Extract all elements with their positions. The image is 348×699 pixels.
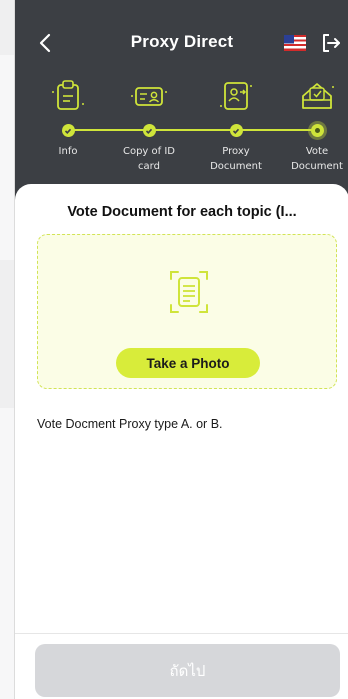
document-scan-icon [170, 271, 208, 313]
step-vote-document: Vote Document [282, 78, 348, 174]
logout-icon[interactable] [319, 31, 343, 55]
step-proxy-document: Proxy Document [201, 78, 271, 174]
content-sheet: Vote Document for each topic (I... Take … [15, 184, 348, 699]
vote-box-icon [302, 83, 334, 109]
step-id-card: Copy of ID card [114, 78, 184, 174]
step-current-indicator [310, 124, 324, 137]
step-info: Info [33, 78, 103, 159]
section-title: Vote Document for each topic (I... [67, 204, 297, 220]
background-panel [0, 55, 14, 260]
id-card-icon [131, 87, 167, 106]
take-photo-button[interactable]: Take a Photo [116, 348, 260, 378]
app-screen: Proxy Direct Info Copy of ID card Proxy … [14, 0, 348, 699]
us-flag-icon[interactable] [284, 35, 306, 51]
description-text: Vote Docment Proxy type A. or B. [37, 417, 223, 431]
step-check-icon [61, 124, 75, 137]
next-button[interactable]: ถัดไป [35, 644, 340, 697]
stepper-line [68, 129, 317, 131]
background-panel [0, 408, 14, 699]
title-bar: Proxy Direct [15, 22, 348, 66]
progress-stepper: Info Copy of ID card Proxy Document Vote… [15, 78, 348, 188]
step-label: Info [58, 146, 78, 157]
step-check-icon [229, 124, 243, 137]
clipboard-icon [52, 80, 84, 110]
step-label: Proxy Document [210, 146, 262, 172]
header: Proxy Direct Info Copy of ID card Proxy … [15, 0, 348, 205]
step-check-icon [142, 124, 156, 137]
proxy-document-icon [220, 82, 252, 110]
step-label: Vote Document [291, 146, 343, 172]
step-label: Copy of ID card [122, 146, 175, 172]
footer-bar: ถัดไป [15, 633, 348, 699]
photo-upload-area[interactable]: Take a Photo [37, 234, 337, 389]
